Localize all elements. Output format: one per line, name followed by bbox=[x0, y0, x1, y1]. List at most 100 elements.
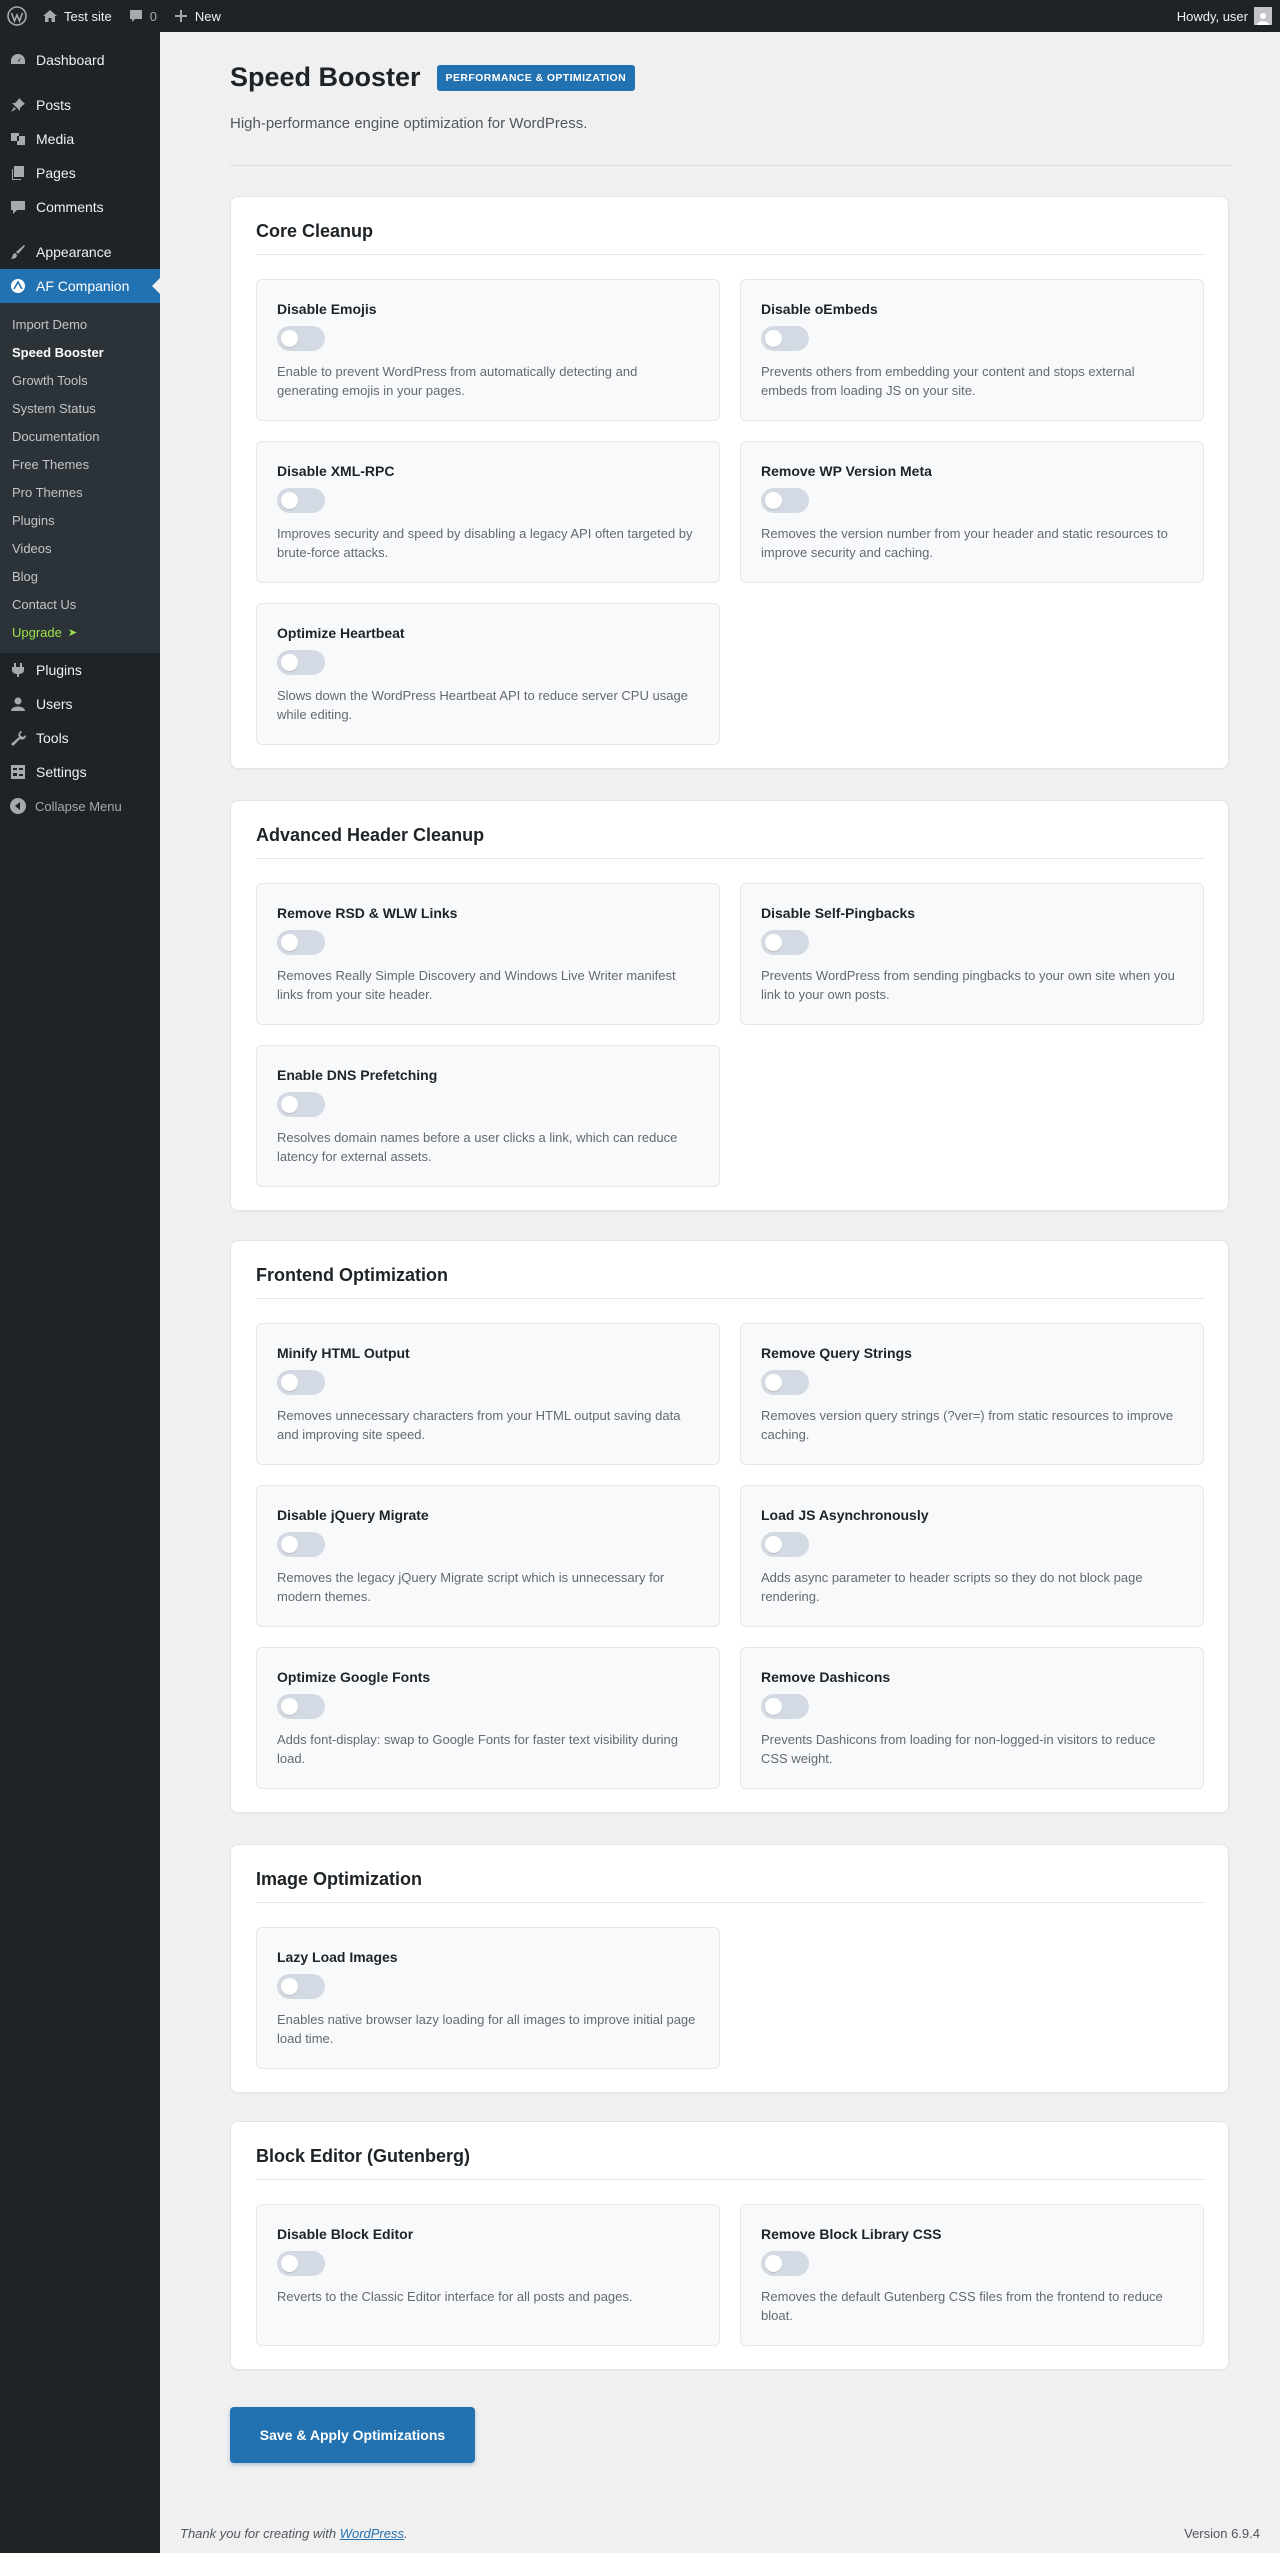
toggle-knob bbox=[765, 1698, 782, 1715]
sidebar-item-pages[interactable]: Pages bbox=[0, 156, 160, 190]
option-toggle[interactable] bbox=[277, 2251, 325, 2276]
option-description: Resolves domain names before a user clic… bbox=[277, 1128, 697, 1166]
sidebar-item-label: Users bbox=[36, 696, 73, 712]
collapse-menu-button[interactable]: Collapse Menu bbox=[0, 789, 160, 823]
option-description: Enable to prevent WordPress from automat… bbox=[277, 362, 697, 400]
option-toggle[interactable] bbox=[761, 488, 809, 513]
sidebar-item-comments[interactable]: Comments bbox=[0, 190, 160, 224]
submenu-item-growth-tools[interactable]: Growth Tools bbox=[0, 366, 160, 394]
option-card: Minify HTML Output Removes unnecessary ch… bbox=[256, 1323, 720, 1465]
comments-link[interactable]: 0 bbox=[120, 0, 165, 32]
option-description: Enables native browser lazy loading for … bbox=[277, 2010, 697, 2048]
option-title: Disable XML-RPC bbox=[277, 463, 395, 479]
new-content-link[interactable]: New bbox=[165, 0, 229, 32]
media-icon bbox=[11, 133, 25, 145]
settings-section: Image Optimization Lazy Load Images Enable… bbox=[230, 1844, 1229, 2093]
option-card: Remove RSD & WLW Links Removes Really Sim… bbox=[256, 883, 720, 1025]
option-toggle[interactable] bbox=[277, 1694, 325, 1719]
description-line: Resolves domain names before a user clic… bbox=[277, 1130, 678, 1145]
option-toggle[interactable] bbox=[277, 488, 325, 513]
sidebar-item-dashboard[interactable]: Dashboard bbox=[0, 43, 160, 77]
toggle-knob bbox=[281, 1374, 298, 1391]
sidebar-item-label: Comments bbox=[36, 199, 104, 215]
option-toggle[interactable] bbox=[761, 326, 809, 351]
description-line: rendering. bbox=[761, 1589, 820, 1604]
description-line: while editing. bbox=[277, 707, 353, 722]
submenu-item-contact-us[interactable]: Contact Us bbox=[0, 590, 160, 618]
sidebar-item-label: AF Companion bbox=[36, 278, 130, 294]
option-title: Disable Self-Pingbacks bbox=[761, 905, 916, 921]
wordpress-link[interactable]: WordPress bbox=[340, 2526, 404, 2541]
option-toggle[interactable] bbox=[761, 1370, 809, 1395]
sidebar-item-af-companion[interactable]: AF Companion bbox=[0, 269, 160, 303]
option-description: Slows down the WordPress Heartbeat API t… bbox=[277, 686, 697, 724]
submenu-item-import-demo[interactable]: Import Demo bbox=[0, 310, 160, 338]
sidebar-item-tools[interactable]: Tools bbox=[0, 721, 160, 755]
main-content: Speed Booster PERFORMANCE & OPTIMIZATION… bbox=[160, 32, 1280, 2553]
site-name-link[interactable]: Test site bbox=[34, 0, 120, 32]
option-description: Adds async parameter to header scripts s… bbox=[761, 1568, 1181, 1606]
toggle-knob bbox=[281, 654, 298, 671]
toggle-knob bbox=[765, 330, 782, 347]
toggle-knob bbox=[765, 934, 782, 951]
submenu-item-blog[interactable]: Blog bbox=[0, 562, 160, 590]
submenu-item-videos[interactable]: Videos bbox=[0, 534, 160, 562]
description-line: improve security and caching. bbox=[761, 545, 933, 560]
option-title: Optimize Google Fonts bbox=[277, 1669, 431, 1685]
submenu-item-upgrade[interactable]: Upgrade ➤ bbox=[0, 618, 160, 646]
sidebar-item-posts[interactable]: Posts bbox=[0, 88, 160, 122]
submenu-item-speed-booster[interactable]: Speed Booster bbox=[0, 338, 160, 366]
option-title: Lazy Load Images bbox=[277, 1949, 398, 1965]
sidebar-item-users[interactable]: Users bbox=[0, 687, 160, 721]
option-card: Disable XML-RPC Improves security and spe… bbox=[256, 441, 720, 583]
sidebar-item-settings[interactable]: Settings bbox=[0, 755, 160, 789]
option-toggle[interactable] bbox=[277, 930, 325, 955]
description-line: modern themes. bbox=[277, 1589, 371, 1604]
description-line: and improving site speed. bbox=[277, 1427, 426, 1442]
option-toggle[interactable] bbox=[277, 1974, 325, 1999]
option-card: Optimize Heartbeat Slows down the WordPre… bbox=[256, 603, 720, 745]
admin-sidebar: Dashboard Posts Media Pages Comments App… bbox=[0, 32, 160, 2553]
option-toggle[interactable] bbox=[277, 1092, 325, 1117]
option-title: Minify HTML Output bbox=[277, 1345, 410, 1361]
description-line: link to your own posts. bbox=[761, 987, 890, 1002]
option-card: Disable jQuery Migrate Removes the legacy… bbox=[256, 1485, 720, 1627]
submenu-item-free-themes[interactable]: Free Themes bbox=[0, 450, 160, 478]
option-toggle[interactable] bbox=[761, 1532, 809, 1557]
description-line: load. bbox=[277, 1751, 306, 1766]
description-line: Improves security and speed by disabling… bbox=[277, 526, 693, 541]
option-toggle[interactable] bbox=[761, 1694, 809, 1719]
save-apply-button[interactable]: Save & Apply Optimizations bbox=[230, 2407, 475, 2463]
toggle-knob bbox=[765, 492, 782, 509]
comments-count: 0 bbox=[149, 8, 157, 24]
account-menu[interactable]: Howdy, user bbox=[1169, 0, 1280, 32]
wordpress-logo-icon[interactable] bbox=[0, 0, 34, 32]
option-toggle[interactable] bbox=[761, 2251, 809, 2276]
sidebar-item-plugins[interactable]: Plugins bbox=[0, 653, 160, 687]
option-toggle[interactable] bbox=[761, 930, 809, 955]
submenu-item-pro-themes[interactable]: Pro Themes bbox=[0, 478, 160, 506]
sidebar-item-appearance[interactable]: Appearance bbox=[0, 235, 160, 269]
plugin-icon bbox=[12, 663, 24, 677]
description-line: Reverts to the Classic Editor interface … bbox=[277, 2289, 633, 2304]
sidebar-item-label: Media bbox=[36, 131, 75, 147]
avatar bbox=[1254, 7, 1272, 25]
option-card: Remove WP Version Meta Removes the versio… bbox=[740, 441, 1204, 583]
sidebar-item-media[interactable]: Media bbox=[0, 122, 160, 156]
option-card: Optimize Google Fonts Adds font-display: … bbox=[256, 1647, 720, 1789]
option-toggle[interactable] bbox=[277, 1532, 325, 1557]
submenu-item-plugins[interactable]: Plugins bbox=[0, 506, 160, 534]
admin-bar: Test site 0 New Howdy, user bbox=[0, 0, 1280, 32]
description-line: Prevents WordPress from sending pingback… bbox=[761, 968, 1175, 983]
option-toggle[interactable] bbox=[277, 326, 325, 351]
option-toggle[interactable] bbox=[277, 1370, 325, 1395]
toggle-knob bbox=[765, 2255, 782, 2272]
option-toggle[interactable] bbox=[277, 650, 325, 675]
submenu-item-documentation[interactable]: Documentation bbox=[0, 422, 160, 450]
performance-badge: PERFORMANCE & OPTIMIZATION bbox=[436, 64, 636, 91]
description-line: links from your site header. bbox=[277, 987, 433, 1002]
option-card: Disable oEmbeds Prevents others from embe… bbox=[740, 279, 1204, 421]
submenu-item-system-status[interactable]: System Status bbox=[0, 394, 160, 422]
section-divider bbox=[256, 254, 1205, 255]
toggle-knob bbox=[281, 1536, 298, 1553]
